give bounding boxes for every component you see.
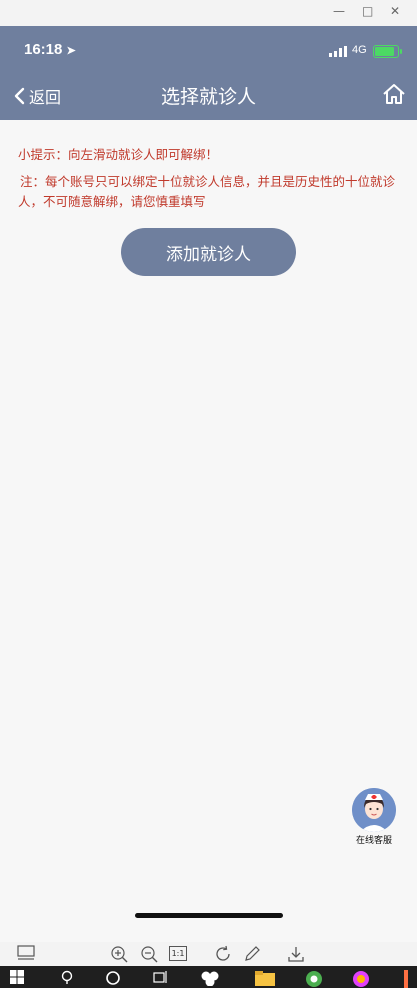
app-cluster-icon[interactable] bbox=[200, 970, 220, 986]
battery-icon bbox=[373, 45, 402, 58]
actual-size-label: 1:1 bbox=[171, 949, 185, 958]
home-indicator[interactable] bbox=[135, 913, 283, 918]
actual-size-button[interactable]: 1:1 bbox=[169, 946, 187, 961]
binding-note: 注：每个账号只可以绑定十位就诊人信息，并且是历史性的十位就诊人，不可随意解绑，请… bbox=[18, 174, 396, 209]
maximize-button[interactable]: □ bbox=[362, 4, 373, 18]
edit-icon[interactable] bbox=[243, 945, 261, 963]
zoom-in-icon[interactable] bbox=[110, 945, 128, 963]
layout-icon[interactable] bbox=[17, 945, 35, 961]
app-header: 16:18 ➤ 4G 返回 选择就诊人 bbox=[0, 26, 417, 120]
add-patient-button[interactable]: 添加就诊人 bbox=[121, 228, 296, 276]
windows-start-icon[interactable] bbox=[10, 970, 24, 984]
main-content: 小提示：向左滑动就诊人即可解绑！ 注：每个账号只可以绑定十位就诊人信息，并且是历… bbox=[0, 120, 417, 946]
browser-icon[interactable] bbox=[305, 970, 323, 988]
status-time: 16:18 ➤ bbox=[24, 41, 76, 58]
close-button[interactable]: ✕ bbox=[390, 4, 400, 18]
swipe-tip: 小提示：向左滑动就诊人即可解绑！ bbox=[18, 147, 219, 162]
colorful-app-icon[interactable] bbox=[352, 970, 370, 988]
task-view-icon[interactable] bbox=[152, 970, 168, 984]
search-icon[interactable] bbox=[60, 970, 74, 984]
zoom-out-icon[interactable] bbox=[140, 945, 158, 963]
download-icon[interactable] bbox=[287, 945, 305, 963]
home-icon[interactable] bbox=[382, 83, 406, 105]
windows-taskbar bbox=[0, 966, 417, 988]
online-service-label: 在线客服 bbox=[355, 836, 392, 846]
viewer-toolbar: 1:1 bbox=[0, 942, 417, 966]
signal-icon bbox=[329, 46, 347, 57]
online-service-button[interactable]: 在线客服 bbox=[350, 788, 398, 846]
page-title: 选择就诊人 bbox=[160, 86, 256, 108]
window-titlebar: — □ ✕ bbox=[0, 0, 417, 26]
file-explorer-icon[interactable] bbox=[255, 970, 275, 986]
location-arrow-icon: ➤ bbox=[66, 45, 76, 57]
nurse-avatar-icon bbox=[352, 788, 396, 832]
cortana-icon[interactable] bbox=[105, 970, 121, 986]
status-time-text: 16:18 bbox=[24, 41, 63, 58]
battery-level-fill bbox=[375, 47, 394, 56]
rotate-icon[interactable] bbox=[214, 945, 232, 963]
minimize-button[interactable]: — bbox=[333, 4, 345, 18]
network-type: 4G bbox=[352, 44, 367, 56]
pen-app-icon[interactable] bbox=[400, 970, 412, 988]
